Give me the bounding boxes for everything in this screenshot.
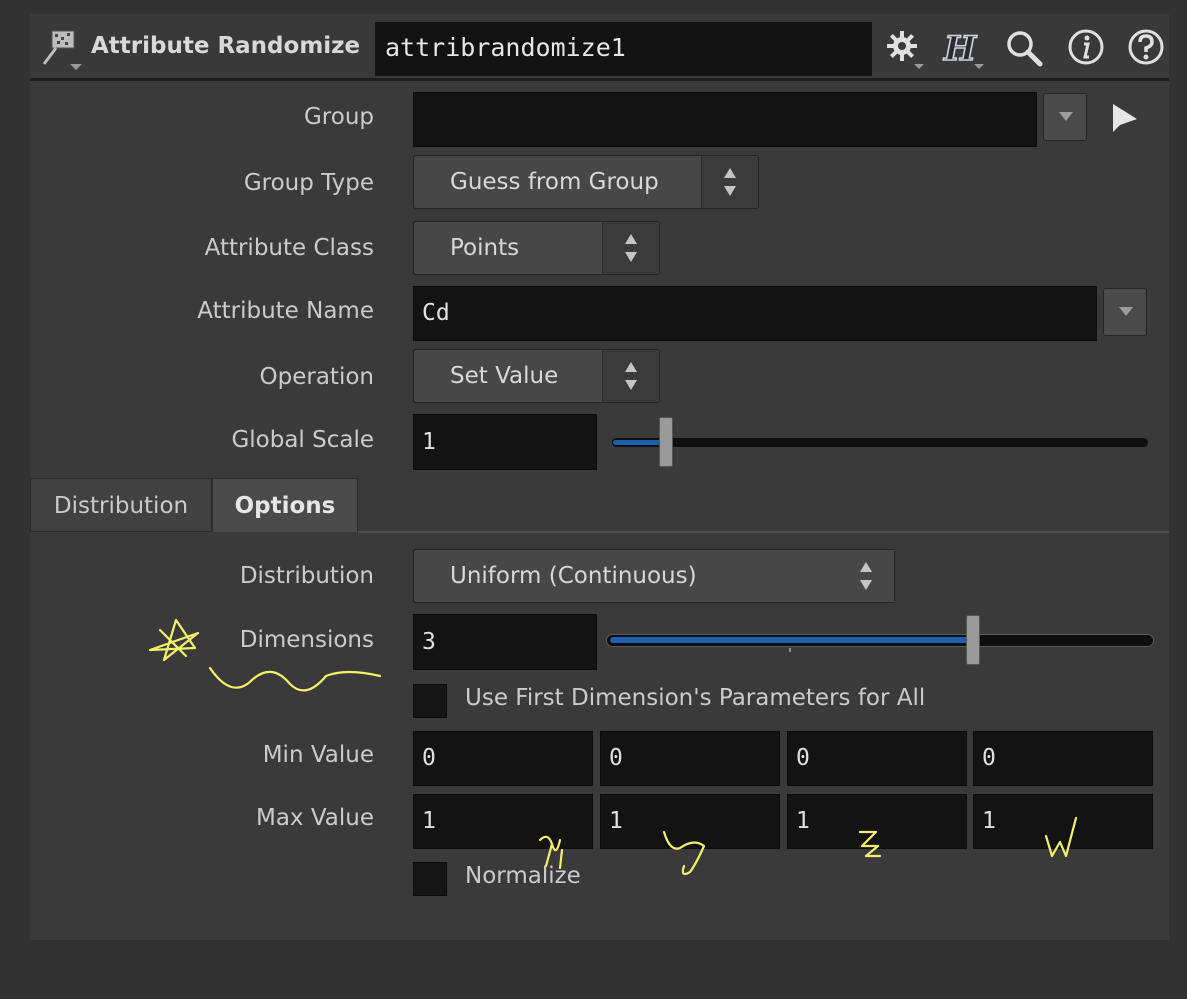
gear-icon[interactable] (882, 26, 926, 70)
attribute-class-label: Attribute Class (204, 235, 374, 261)
tab-distribution[interactable]: Distribution (30, 478, 212, 532)
slider-fill (610, 637, 975, 643)
group-label: Group (303, 104, 374, 130)
header-divider (30, 78, 1169, 81)
global-scale-input[interactable]: 1 (413, 414, 597, 470)
triangle-down-icon (1119, 307, 1133, 316)
distribution-value: Uniform (Continuous) (450, 563, 697, 589)
select-cursor-icon[interactable] (1104, 98, 1144, 138)
attribute-name-input[interactable]: Cd (413, 286, 1097, 341)
tab-options[interactable]: Options (212, 478, 358, 532)
updown-arrows-icon (625, 234, 637, 262)
slider-tick (789, 648, 791, 652)
normalize-label: Normalize (465, 863, 581, 889)
help-icon[interactable] (1124, 26, 1168, 70)
operation-menu[interactable]: Set Value (413, 349, 660, 403)
group-type-value: Guess from Group (450, 169, 659, 195)
node-name-field[interactable]: attribrandomize1 (375, 22, 872, 76)
use-first-dimension-checkbox[interactable] (413, 684, 447, 718)
updown-arrows-icon (860, 562, 872, 590)
operation-value: Set Value (450, 363, 559, 389)
min-value-y-input[interactable]: 0 (600, 731, 780, 786)
max-value-x-input[interactable]: 1 (413, 794, 593, 849)
triangle-down-icon (1059, 112, 1073, 121)
slider-handle[interactable] (966, 615, 980, 665)
attribute-class-value: Points (450, 235, 520, 261)
tab-baseline (358, 531, 1169, 533)
attribute-name-label: Attribute Name (197, 298, 374, 324)
group-type-label: Group Type (243, 170, 374, 196)
dimensions-slider[interactable] (606, 615, 1154, 667)
max-value-label: Max Value (255, 805, 374, 831)
max-value-y-input[interactable]: 1 (600, 794, 780, 849)
use-first-dimension-label: Use First Dimension's Parameters for All (465, 685, 926, 711)
min-value-label: Min Value (262, 742, 374, 768)
slider-track (612, 438, 1148, 447)
houdini-help-icon[interactable]: H (940, 26, 984, 70)
min-value-z-input[interactable]: 0 (787, 731, 967, 786)
attribute-name-dropdown-button[interactable] (1103, 288, 1147, 336)
global-scale-slider[interactable] (612, 417, 1148, 469)
max-value-w-input[interactable]: 1 (973, 794, 1153, 849)
updown-arrows-icon (724, 168, 736, 196)
slider-handle[interactable] (659, 417, 673, 467)
normalize-checkbox[interactable] (413, 862, 447, 896)
svg-text:H: H (943, 29, 978, 69)
info-icon[interactable] (1065, 26, 1109, 70)
search-icon[interactable] (1002, 26, 1046, 70)
global-scale-label: Global Scale (231, 427, 374, 453)
max-value-z-input[interactable]: 1 (787, 794, 967, 849)
attribute-class-menu[interactable]: Points (413, 221, 660, 275)
min-value-w-input[interactable]: 0 (973, 731, 1153, 786)
updown-arrows-icon (625, 362, 637, 390)
node-type-label: Attribute Randomize (91, 33, 361, 59)
group-type-menu[interactable]: Guess from Group (413, 155, 759, 209)
dimensions-label: Dimensions (239, 627, 374, 653)
min-value-x-input[interactable]: 0 (413, 731, 593, 786)
slider-fill (613, 440, 665, 445)
group-dropdown-button[interactable] (1043, 93, 1087, 141)
distribution-menu[interactable]: Uniform (Continuous) (413, 549, 895, 603)
dimensions-input[interactable]: 3 (413, 614, 597, 670)
group-input[interactable] (413, 92, 1037, 147)
operation-label: Operation (259, 364, 374, 390)
distribution-label: Distribution (239, 563, 374, 589)
node-type-icon[interactable] (40, 28, 84, 72)
